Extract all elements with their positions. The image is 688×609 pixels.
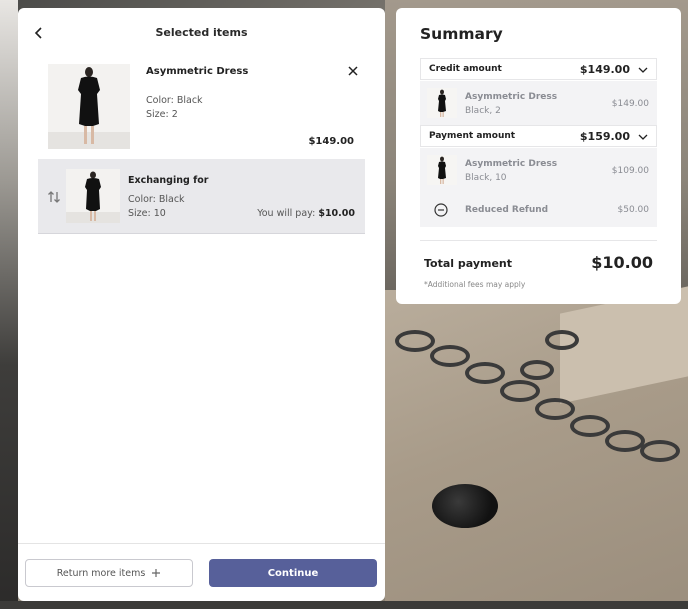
credit-amount-value: $149.00 [579,63,630,76]
swap-arrows-icon [48,191,60,203]
reduced-refund-label: Reduced Refund [465,205,549,215]
panel-header: Selected items [18,8,385,58]
credit-item-thumbnail [427,88,457,118]
payment-amount-value: $159.00 [579,130,630,143]
item-color: Color: Black [146,95,203,106]
credit-item-variant: Black, 2 [465,106,501,116]
product-image [48,64,130,149]
selected-item-card: Asymmetric Dress Color: Black Size: 2 $1… [38,58,364,160]
summary-divider [420,240,657,241]
pay-label: You will pay: [257,208,316,219]
exchange-size: Size: 10 [128,208,166,219]
payment-line-item: Asymmetric Dress Black, 10 $109.00 [420,148,657,193]
page-title: Selected items [155,26,248,39]
chevron-down-icon[interactable] [638,132,648,142]
selected-items-panel: Selected items Asymmetric Dress Color: B… [18,8,385,601]
credit-amount-label: Credit amount [429,64,502,74]
continue-button[interactable]: Continue [209,559,377,587]
item-name: Asymmetric Dress [146,66,249,77]
panel-footer: Return more items Continue [18,543,385,601]
payment-item-thumbnail [427,155,457,185]
close-icon [348,66,358,76]
plus-icon [152,569,161,577]
summary-title: Summary [420,25,503,43]
item-price: $149.00 [308,136,354,147]
credit-item-price: $149.00 [611,99,649,109]
payment-item-variant: Black, 10 [465,173,507,183]
total-payment-amount: $10.00 [591,253,653,272]
total-payment-label: Total payment [424,257,513,270]
chevron-down-icon[interactable] [638,65,648,75]
exchange-product-image [66,169,120,223]
payment-item-name: Asymmetric Dress [465,159,558,169]
exchange-title: Exchanging for [128,175,209,186]
minus-circle-icon [434,203,448,217]
summary-panel: Summary Credit amount $149.00 Asymmetric… [396,8,681,304]
payment-amount-row[interactable]: Payment amount $159.00 [420,125,657,147]
remove-item-button[interactable] [346,64,360,78]
exchange-card: Exchanging for Color: Black Size: 10 You… [38,159,365,234]
item-size: Size: 2 [146,109,178,120]
credit-line-item: Asymmetric Dress Black, 2 $149.00 [420,81,657,126]
return-more-items-label: Return more items [56,567,146,579]
reduced-refund-price: $50.00 [617,205,650,215]
fees-note: *Additional fees may apply [424,280,526,289]
credit-amount-row[interactable]: Credit amount $149.00 [420,58,657,80]
exchange-color: Color: Black [128,194,185,205]
pay-amount: $10.00 [318,208,355,219]
reduced-refund-row: Reduced Refund $50.00 [420,193,657,227]
payment-amount-label: Payment amount [429,131,516,141]
credit-item-name: Asymmetric Dress [465,92,558,102]
payment-item-price: $109.00 [611,166,649,176]
exchange-pay-amount: You will pay: $10.00 [257,208,355,219]
return-more-items-button[interactable]: Return more items [25,559,193,587]
